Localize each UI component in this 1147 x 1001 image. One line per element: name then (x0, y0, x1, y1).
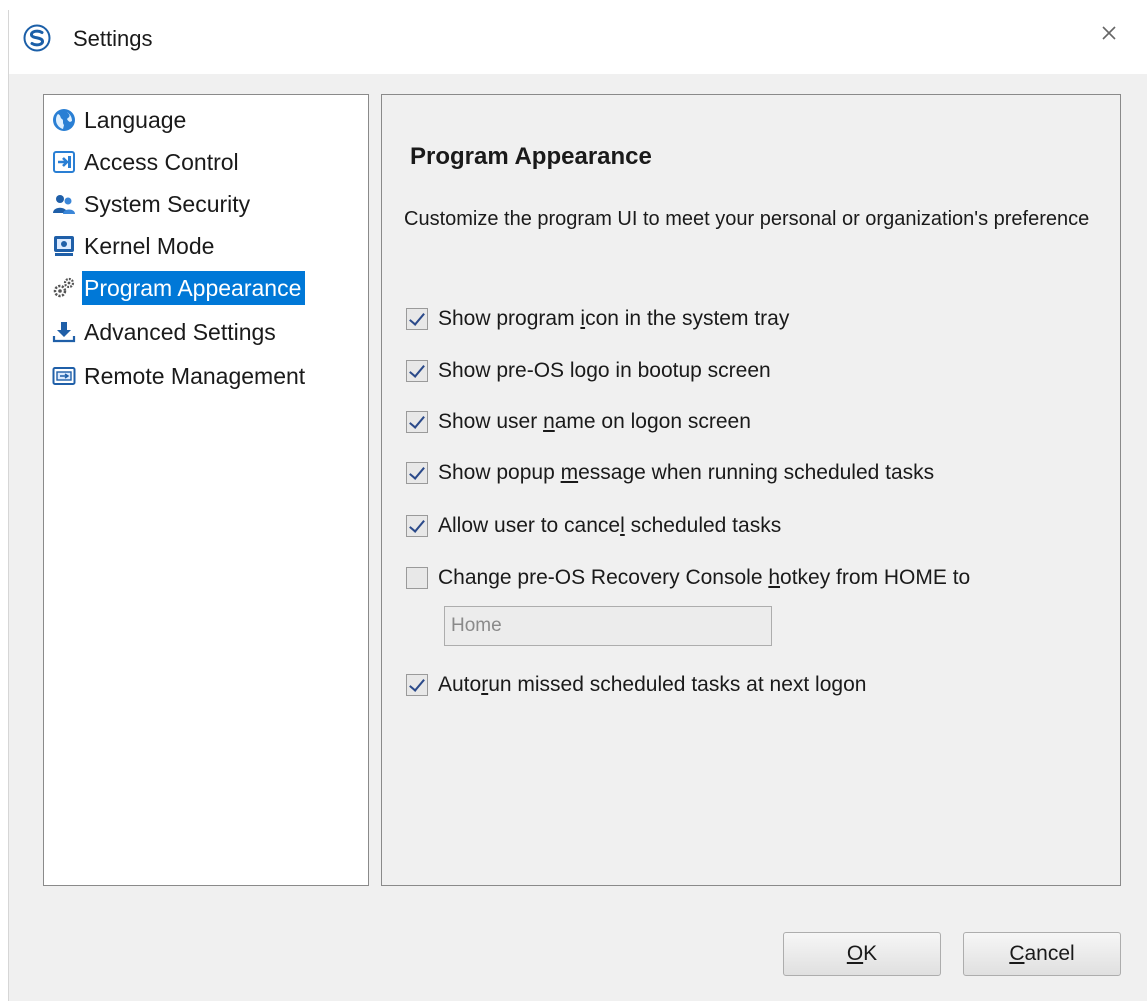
nav-item-advanced-settings[interactable]: Advanced Settings (52, 315, 280, 349)
remote-window-icon (52, 367, 76, 385)
nav-item-remote-management[interactable]: Remote Management (52, 359, 309, 393)
allow-cancel-checkbox[interactable] (406, 515, 428, 537)
option-change-hotkey[interactable]: Change pre-OS Recovery Console hotkey fr… (406, 563, 970, 593)
nav-label-system-security: System Security (84, 191, 251, 217)
settings-dialog: Settings Language Access Control System … (8, 10, 1147, 1001)
access-arrow-icon (53, 151, 75, 173)
nav-label-access-control: Access Control (84, 149, 239, 175)
gears-icon (53, 277, 75, 298)
option-autorun-missed-tasks[interactable]: Autorun missed scheduled tasks at next l… (406, 670, 866, 700)
nav-item-system-security[interactable]: System Security (52, 187, 254, 221)
option-show-preos-logo[interactable]: Show pre-OS logo in bootup screen (406, 356, 771, 386)
option-label: Show program icon in the system tray (438, 307, 790, 330)
cancel-button[interactable]: Cancel (963, 932, 1121, 976)
change-hotkey-checkbox[interactable] (406, 567, 428, 589)
panel-title: Program Appearance (410, 143, 652, 170)
popup-message-checkbox[interactable] (406, 462, 428, 484)
nav-label-advanced-settings: Advanced Settings (84, 319, 276, 345)
ok-button[interactable]: OK (783, 932, 941, 976)
autorun-checkbox[interactable] (406, 674, 428, 696)
nav-item-program-appearance[interactable]: Program Appearance (52, 271, 306, 305)
option-label: Allow user to cancel scheduled tasks (438, 514, 782, 537)
option-show-popup-message[interactable]: Show popup message when running schedule… (406, 458, 934, 488)
tray-icon-checkbox[interactable] (406, 308, 428, 330)
nav-label-remote-management: Remote Management (84, 363, 306, 389)
settings-nav-list: Language Access Control System Security (43, 94, 369, 886)
option-label: Show user name on logon screen (438, 410, 751, 433)
option-label: Show popup message when running schedule… (438, 461, 935, 484)
users-icon (53, 195, 75, 214)
panel-description: Customize the program UI to meet your pe… (404, 208, 1090, 230)
close-icon[interactable] (1094, 18, 1124, 48)
program-appearance-panel: Program Appearance Customize the program… (381, 94, 1121, 886)
option-allow-cancel-tasks[interactable]: Allow user to cancel scheduled tasks (406, 511, 781, 541)
nav-item-kernel-mode[interactable]: Kernel Mode (52, 229, 218, 263)
option-show-tray-icon[interactable]: Show program icon in the system tray (406, 304, 789, 334)
hotkey-input[interactable] (444, 606, 772, 646)
option-label: Change pre-OS Recovery Console hotkey fr… (438, 566, 971, 589)
option-label: Show pre-OS logo in bootup screen (438, 359, 771, 382)
option-label: Autorun missed scheduled tasks at next l… (438, 673, 867, 696)
title-bar: Settings (9, 10, 1147, 74)
window-title: Settings (73, 26, 153, 51)
download-arrow-icon (52, 322, 76, 343)
preos-logo-checkbox[interactable] (406, 360, 428, 382)
app-logo-icon (23, 24, 51, 52)
nav-item-language[interactable]: Language (52, 103, 190, 137)
nav-item-access-control[interactable]: Access Control (52, 145, 243, 179)
kernel-icon (54, 236, 74, 256)
option-show-user-name[interactable]: Show user name on logon screen (406, 407, 751, 437)
nav-label-program-appearance: Program Appearance (82, 271, 306, 305)
nav-label-kernel-mode: Kernel Mode (84, 233, 215, 259)
nav-label-language: Language (84, 107, 187, 133)
user-name-checkbox[interactable] (406, 411, 428, 433)
globe-icon (53, 109, 75, 131)
